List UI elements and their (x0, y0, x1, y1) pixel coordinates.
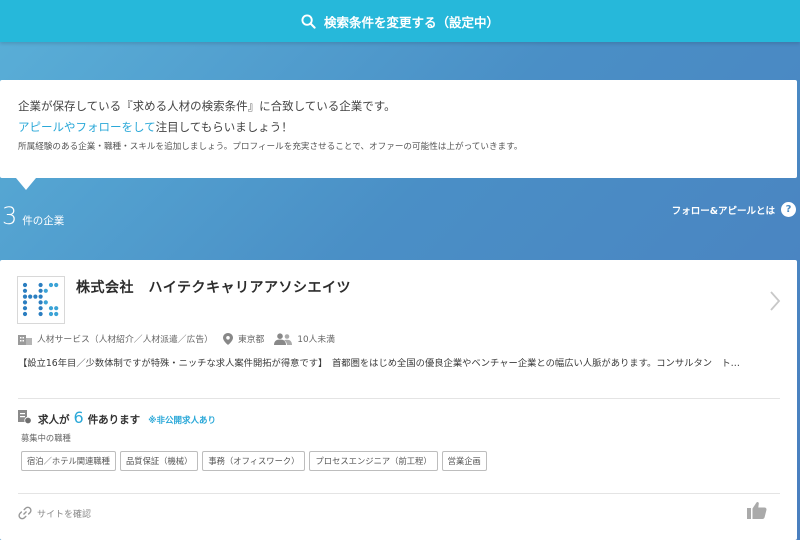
industry-meta: 人材サービス（人材紹介／人材派遣／広告） (18, 332, 213, 345)
jobs-prefix: 求人が (38, 414, 70, 426)
position-tag[interactable]: 品質保証（機械） (119, 451, 199, 471)
job-document-icon (18, 410, 32, 425)
info-message-box: 企業が保存している『求める人材の検索条件』に合致している企業です。 アピールやフ… (0, 80, 797, 190)
position-tags: 宿泊／ホテル関連職種 品質保証（機械） 事務（オフィスワーク） プロセスエンジニ… (21, 451, 491, 471)
industry-text: 人材サービス（人材紹介／人材派遣／広告） (37, 335, 213, 345)
results-count-number: 3 (2, 202, 18, 230)
info-line-2: アピールやフォローをして注目してもらいましょう！ (18, 116, 779, 138)
thumbs-up-icon[interactable] (747, 501, 767, 519)
size-text: 10人未満 (297, 335, 335, 345)
divider (18, 493, 780, 494)
info-line-3: 所属経験のある企業・職種・スキルを追加しましょう。プロフィールを充実させることで… (18, 142, 523, 152)
search-bar-label: 検索条件を変更する（設定中） (323, 14, 499, 30)
info-line-1: 企業が保存している『求める人材の検索条件』に合致している企業です。 (18, 99, 396, 113)
recruiting-positions-label: 募集中の職種 (21, 433, 71, 443)
search-icon (301, 13, 316, 29)
company-description: 【設立16年目／少数体制ですが特殊・ニッチな求人案件開拓が得意です】 首都圏をは… (18, 358, 740, 369)
building-icon (18, 334, 32, 345)
results-count-unit: 件の企業 (22, 215, 65, 227)
company-meta: 人材サービス（人材紹介／人材派遣／広告） 東京都 10人未満 (18, 332, 345, 345)
jobs-count: 6 (73, 408, 84, 427)
company-logo (17, 276, 65, 324)
divider (18, 398, 780, 399)
chevron-right-icon[interactable] (769, 290, 781, 312)
company-name[interactable]: 株式会社 ハイテクキャリアアソシエイツ (76, 277, 351, 297)
company-card[interactable]: 株式会社 ハイテクキャリアアソシエイツ 人材サービス（人材紹介／人材派遣／広告）… (0, 260, 797, 540)
results-count: 3 件の企業 (2, 202, 64, 230)
check-site-link[interactable]: サイトを確認 (18, 506, 91, 520)
change-search-conditions-button[interactable]: 検索条件を変更する（設定中） (0, 0, 800, 42)
info-line-2-rest: 注目してもらいましょう！ (155, 120, 293, 134)
position-tag[interactable]: プロセスエンジニア（前工程） (309, 451, 438, 471)
position-tag[interactable]: 事務（オフィスワーク） (202, 451, 306, 471)
jobs-suffix: 件あります (87, 414, 141, 426)
location-text: 東京都 (237, 335, 265, 345)
follow-appeal-help-label: フォロー&アピールとは (671, 205, 775, 217)
size-meta: 10人未満 (274, 332, 335, 345)
link-icon (18, 506, 32, 520)
location-meta: 東京都 (222, 332, 265, 345)
private-jobs-note: ※非公開求人あり (148, 416, 216, 426)
jobs-summary: 求人が 6 件あります ※非公開求人あり (18, 408, 216, 427)
help-icon: ? (781, 202, 796, 217)
position-tag[interactable]: 宿泊／ホテル関連職種 (21, 451, 116, 471)
position-tag[interactable]: 営業企画 (441, 451, 487, 471)
location-pin-icon (222, 332, 233, 345)
people-icon (274, 332, 293, 345)
check-site-label: サイトを確認 (37, 509, 92, 520)
appeal-follow-link[interactable]: アピールやフォローをして (18, 120, 156, 134)
follow-appeal-help-link[interactable]: フォロー&アピールとは ? (672, 202, 796, 217)
